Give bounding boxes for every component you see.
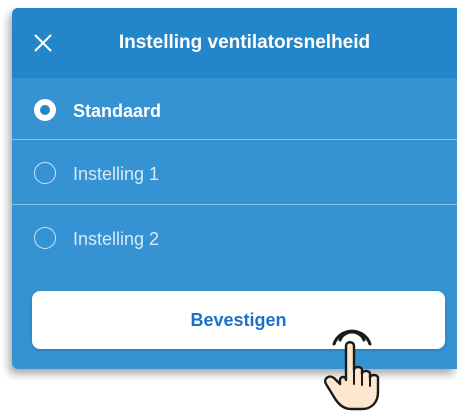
radio-empty-icon[interactable] [34,227,56,249]
fan-speed-dialog: Instelling ventilatorsnelheid Standaard … [12,8,457,369]
option-label: Instelling 1 [73,164,160,184]
dialog-title: Instelling ventilatorsnelheid [118,32,371,53]
option-instelling-1[interactable]: Instelling 1 [12,141,457,207]
divider [12,139,457,140]
dialog-header: Instelling ventilatorsnelheid [12,8,457,78]
radio-empty-icon[interactable] [34,162,56,184]
hand-pointer-icon [324,329,380,411]
option-label: Standaard [73,101,162,121]
option-standaard[interactable]: Standaard [12,78,457,144]
option-instelling-2[interactable]: Instelling 2 [12,206,457,272]
divider [12,204,457,205]
option-label: Instelling 2 [73,229,160,249]
radio-selected-icon[interactable] [34,99,56,121]
